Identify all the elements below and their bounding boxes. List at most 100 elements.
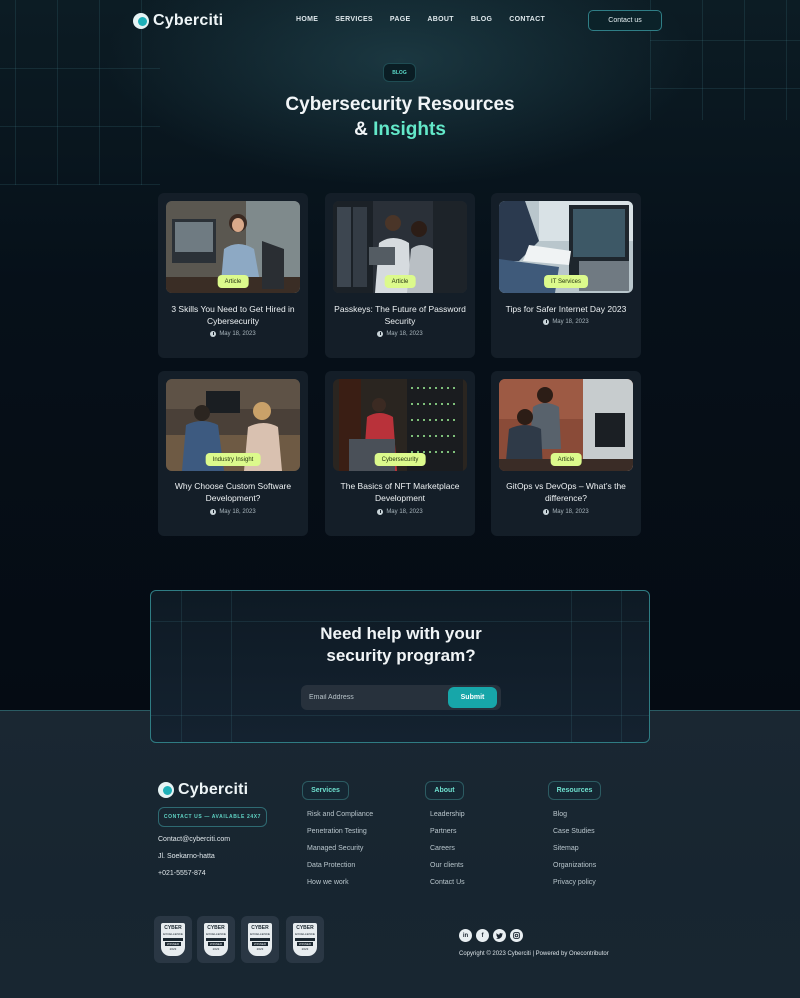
clock-icon	[543, 509, 550, 515]
award-seal-icon: CYBER EXCELLENCE WINNER 2023	[161, 923, 185, 956]
award-line3: WINNER	[251, 942, 269, 946]
award-seal-icon: CYBER EXCELLENCE WINNER 2023	[248, 923, 272, 956]
footer-brand-name: Cyberciti	[178, 781, 249, 798]
blog-card[interactable]: IT Services Tips for Safer Internet Day …	[491, 193, 641, 358]
blog-card[interactable]: Article 3 Skills You Need to Get Hired i…	[158, 193, 308, 358]
footer-link[interactable]: Contact Us	[430, 879, 465, 886]
email-input[interactable]	[309, 685, 439, 710]
award-line1: CYBER	[207, 925, 225, 931]
award-line2: EXCELLENCE	[250, 932, 270, 936]
award-badge: CYBER EXCELLENCE WINNER 2023	[154, 916, 192, 963]
award-line4: 2023	[256, 947, 264, 951]
post-title[interactable]: The Basics of NFT Marketplace Developmen…	[333, 480, 467, 504]
post-date-text: May 18, 2023	[386, 509, 423, 515]
newsletter-cta: Need help with your security program? Su…	[150, 590, 650, 743]
category-badge: Article	[550, 453, 582, 466]
nav-link-about[interactable]: ABOUT	[427, 16, 453, 23]
footer-heading-about: About	[425, 781, 464, 800]
post-date: May 18, 2023	[333, 331, 467, 337]
logo-icon	[133, 13, 149, 29]
footer-link[interactable]: How we work	[307, 879, 349, 886]
footer-link[interactable]: Blog	[553, 811, 567, 818]
page-title-line2: & Insights	[0, 119, 800, 141]
post-date: May 18, 2023	[166, 331, 300, 337]
footer-logo[interactable]: Cyberciti	[158, 781, 248, 799]
award-seal-icon: CYBER EXCELLENCE WINNER 2023	[293, 923, 317, 956]
footer-email[interactable]: Contact@cyberciti.com	[158, 836, 230, 843]
nav-link-contact[interactable]: CONTACT	[509, 16, 545, 23]
brand-logo[interactable]: Cyberciti	[133, 12, 223, 30]
award-line4: 2023	[212, 947, 220, 951]
award-line2: EXCELLENCE	[295, 932, 315, 936]
award-line3: WINNER	[164, 942, 182, 946]
section-tag: BLOG	[383, 63, 416, 82]
clock-icon	[543, 319, 550, 325]
footer-link[interactable]: Organizations	[553, 862, 596, 869]
cta-title-line1: Need help with your	[320, 624, 482, 643]
post-title[interactable]: 3 Skills You Need to Get Hired in Cybers…	[166, 303, 300, 327]
award-line1: CYBER	[296, 925, 314, 931]
cta-title-line2: security program?	[326, 646, 476, 665]
award-badge: CYBER EXCELLENCE WINNER 2023	[241, 916, 279, 963]
post-title[interactable]: Passkeys: The Future of Password Securit…	[333, 303, 467, 327]
award-line3: WINNER	[296, 942, 314, 946]
footer-link[interactable]: Sitemap	[553, 845, 579, 852]
footer-link[interactable]: Privacy policy	[553, 879, 596, 886]
award-seal-icon: CYBER EXCELLENCE WINNER 2023	[204, 923, 228, 956]
title-accent: Insights	[373, 119, 446, 140]
submit-button[interactable]: Submit	[448, 687, 497, 708]
blog-card[interactable]: Cybersecurity The Basics of NFT Marketpl…	[325, 371, 475, 536]
footer-link[interactable]: Data Protection	[307, 862, 355, 869]
copyright-text: Copyright © 2023 Cyberciti | Powered by …	[459, 951, 609, 957]
post-date-text: May 18, 2023	[552, 319, 589, 325]
post-date-text: May 18, 2023	[552, 509, 589, 515]
post-title[interactable]: Tips for Safer Internet Day 2023	[499, 303, 633, 315]
clock-icon	[210, 509, 217, 515]
availability-badge: CONTACT US — AVAILABLE 24X7	[158, 807, 267, 827]
footer-link[interactable]: Risk and Compliance	[307, 811, 373, 818]
footer-link[interactable]: Managed Security	[307, 845, 363, 852]
award-line2: EXCELLENCE	[206, 932, 226, 936]
award-line1: CYBER	[164, 925, 182, 931]
linkedin-icon[interactable]: in	[459, 929, 472, 942]
award-line1: CYBER	[251, 925, 269, 931]
category-badge: IT Services	[544, 275, 588, 288]
footer-link[interactable]: Our clients	[430, 862, 463, 869]
page-title-line1: Cybersecurity Resources	[285, 94, 515, 115]
footer-link[interactable]: Penetration Testing	[307, 828, 367, 835]
post-date-text: May 18, 2023	[386, 331, 423, 337]
award-badge: CYBER EXCELLENCE WINNER 2023	[197, 916, 235, 963]
nav-link-page[interactable]: PAGE	[390, 16, 411, 23]
contact-us-button[interactable]: Contact us	[588, 10, 662, 31]
post-date: May 18, 2023	[499, 319, 633, 325]
award-line2: EXCELLENCE	[163, 932, 183, 936]
logo-icon	[158, 782, 174, 798]
twitter-icon[interactable]	[493, 929, 506, 942]
nav-link-home[interactable]: HOME	[296, 16, 318, 23]
footer-link[interactable]: Case Studies	[553, 828, 595, 835]
blog-card[interactable]: Industry Insight Why Choose Custom Softw…	[158, 371, 308, 536]
footer-address: Jl. Soekarno-hatta	[158, 853, 215, 860]
post-title[interactable]: GitOps vs DevOps – What’s the difference…	[499, 480, 633, 504]
category-badge: Industry Insight	[205, 453, 261, 466]
post-date: May 18, 2023	[333, 509, 467, 515]
blog-card[interactable]: Article Passkeys: The Future of Password…	[325, 193, 475, 358]
footer-link[interactable]: Leadership	[430, 811, 465, 818]
post-date-text: May 18, 2023	[219, 331, 256, 337]
clock-icon	[377, 331, 384, 337]
nav-link-blog[interactable]: BLOG	[471, 16, 492, 23]
award-badge: CYBER EXCELLENCE WINNER 2023	[286, 916, 324, 963]
title-prefix: &	[354, 119, 374, 140]
footer-link[interactable]: Partners	[430, 828, 456, 835]
category-badge: Article	[217, 275, 249, 288]
post-title[interactable]: Why Choose Custom Software Development?	[166, 480, 300, 504]
post-date: May 18, 2023	[166, 509, 300, 515]
top-nav: Cyberciti HOME SERVICES PAGE ABOUT BLOG …	[0, 0, 800, 42]
footer-link[interactable]: Careers	[430, 845, 455, 852]
nav-link-services[interactable]: SERVICES	[335, 16, 373, 23]
post-date: May 18, 2023	[499, 509, 633, 515]
footer-phone[interactable]: +021-5557-874	[158, 870, 206, 877]
blog-card[interactable]: Article GitOps vs DevOps – What’s the di…	[491, 371, 641, 536]
facebook-icon[interactable]: f	[476, 929, 489, 942]
instagram-icon[interactable]	[510, 929, 523, 942]
